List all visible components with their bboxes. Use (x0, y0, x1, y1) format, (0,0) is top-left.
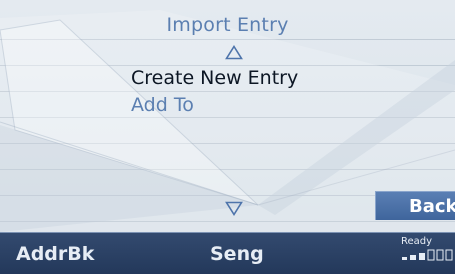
addrbk-softkey[interactable]: AddrBk (16, 243, 94, 265)
signal-strength-icon (402, 249, 453, 261)
menu-item-import-entry[interactable]: Import Entry (0, 14, 455, 36)
scroll-up-icon[interactable] (225, 45, 243, 60)
bottom-bar: AddrBk Seng Ready (0, 232, 455, 274)
menu-item-create-new-entry[interactable]: Create New Entry (131, 67, 298, 89)
menu-item-add-to[interactable]: Add To (131, 94, 194, 116)
scroll-down-icon[interactable] (225, 201, 243, 216)
status-label: Ready (401, 236, 433, 247)
seng-softkey[interactable]: Seng (210, 243, 264, 265)
address-book-screen: Import Entry Create New Entry Add To Bac… (0, 0, 455, 274)
back-button[interactable]: Back (375, 191, 455, 220)
